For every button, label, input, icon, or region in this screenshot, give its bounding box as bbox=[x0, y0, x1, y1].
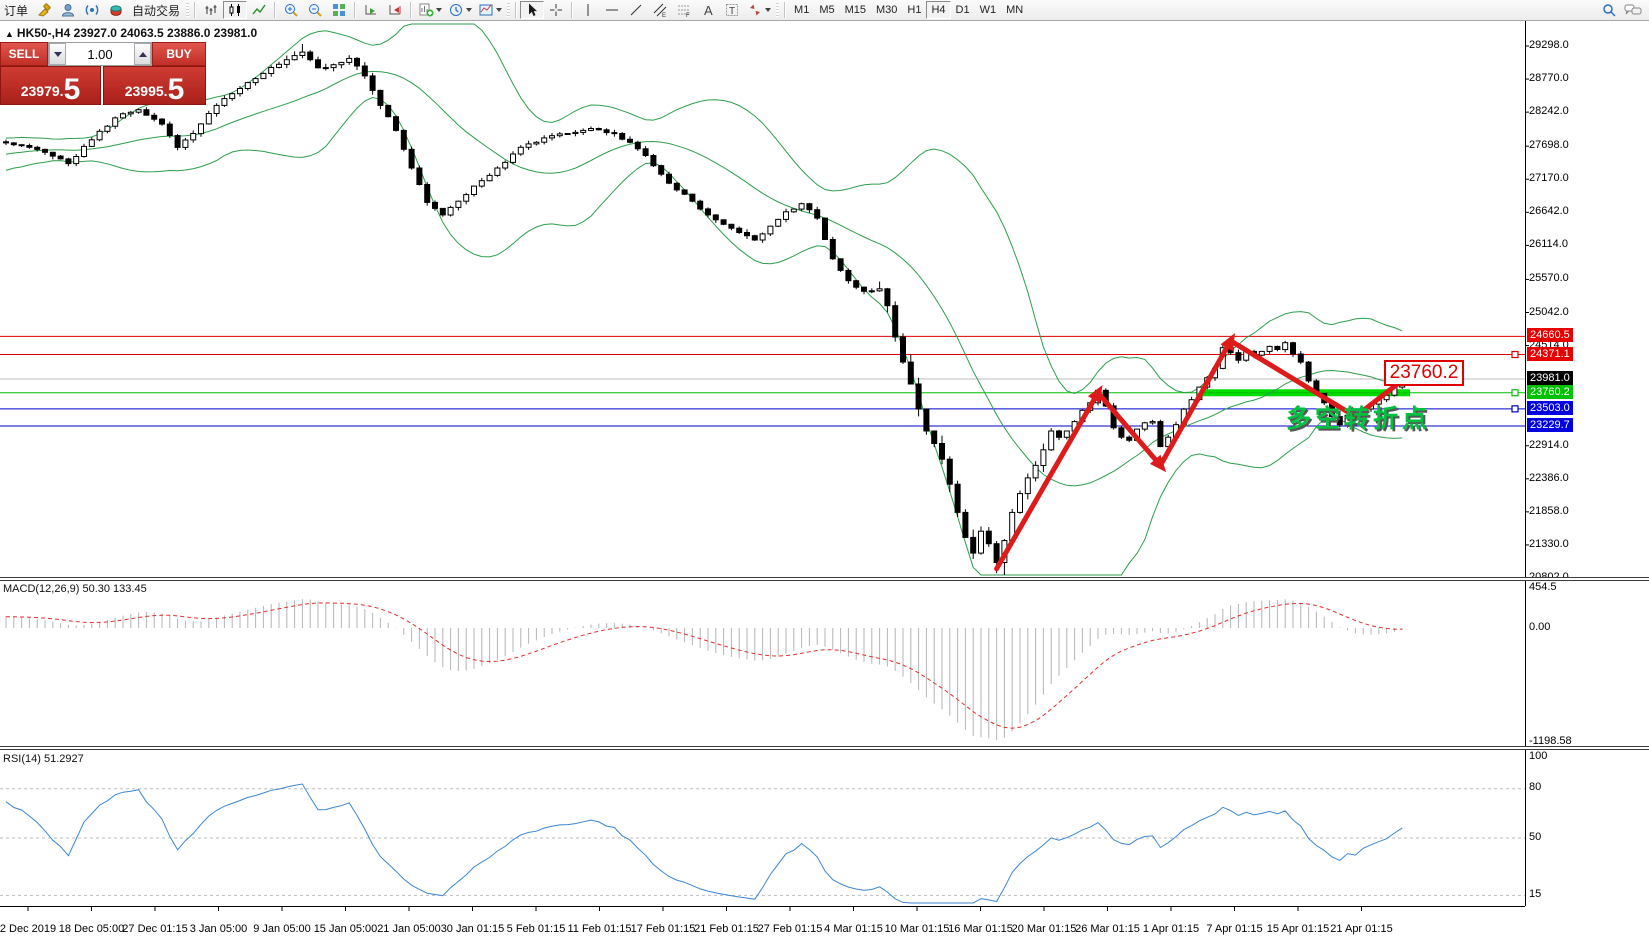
line-chart-icon[interactable] bbox=[247, 1, 271, 19]
svg-text:A: A bbox=[704, 3, 713, 18]
candlestick-chart-icon[interactable] bbox=[223, 1, 247, 19]
timeframe-button-m1[interactable]: M1 bbox=[789, 1, 814, 19]
templates-icon[interactable] bbox=[475, 1, 505, 19]
volume-increase-button[interactable] bbox=[134, 43, 151, 65]
text-label-icon[interactable]: T bbox=[720, 1, 744, 19]
volume-input[interactable]: 1.00 bbox=[66, 47, 134, 62]
symbol-arrow-icon: ▲ bbox=[5, 29, 14, 39]
buy-button[interactable]: BUY bbox=[152, 42, 206, 66]
orders-label[interactable]: 订单 bbox=[0, 2, 32, 19]
sell-button[interactable]: SELL bbox=[0, 42, 48, 66]
timeframe-button-h4[interactable]: H4 bbox=[926, 1, 950, 19]
timeframe-button-m30[interactable]: M30 bbox=[871, 1, 902, 19]
timeframe-button-h1[interactable]: H1 bbox=[902, 1, 926, 19]
tile-windows-icon[interactable] bbox=[327, 1, 351, 19]
equidistant-channel-icon[interactable]: E bbox=[648, 1, 672, 19]
chat-icon[interactable] bbox=[1621, 1, 1645, 19]
svg-text:E: E bbox=[662, 13, 666, 18]
turning-point-annotation[interactable]: 多空转折点 bbox=[1286, 399, 1431, 435]
trendline-icon[interactable] bbox=[624, 1, 648, 19]
crosshair-icon[interactable] bbox=[544, 1, 568, 19]
sell-price-display[interactable]: 23979.5 bbox=[0, 66, 101, 105]
timeframe-button-d1[interactable]: D1 bbox=[951, 1, 975, 19]
rsi-indicator-label: RSI(14) 51.2927 bbox=[3, 753, 84, 765]
arrows-icon[interactable] bbox=[744, 1, 774, 19]
bar-chart-icon[interactable] bbox=[199, 1, 223, 19]
macd-indicator-label: MACD(12,26,9) 50.30 133.45 bbox=[3, 583, 147, 595]
new-order-icon[interactable] bbox=[32, 1, 56, 19]
volume-decrease-button[interactable] bbox=[49, 43, 66, 65]
pane-separator-macd[interactable] bbox=[0, 577, 1649, 581]
fibonacci-icon[interactable]: F bbox=[672, 1, 696, 19]
timeframe-group: M1M5M15M30H1H4D1W1MN bbox=[789, 0, 1028, 20]
one-click-trading-panel: SELL 1.00 BUY 23979.5 23995.5 bbox=[0, 42, 206, 105]
auto-trading-label[interactable]: 自动交易 bbox=[128, 2, 184, 19]
auto-scroll-icon[interactable] bbox=[359, 1, 383, 19]
vertical-line-icon[interactable] bbox=[576, 1, 600, 19]
auto-trading-icon[interactable] bbox=[104, 1, 128, 19]
support-price-callout[interactable]: 23760.2 bbox=[1384, 360, 1464, 386]
zoom-in-icon[interactable] bbox=[279, 1, 303, 19]
cursor-icon[interactable] bbox=[520, 1, 544, 19]
horizontal-line-icon[interactable] bbox=[600, 1, 624, 19]
search-icon[interactable] bbox=[1597, 1, 1621, 19]
chart-canvas[interactable] bbox=[0, 0, 1649, 948]
profile-icon[interactable] bbox=[56, 1, 80, 19]
chart-ohlc-header: ▲HK50-,H4 23927.0 24063.5 23886.0 23981.… bbox=[5, 26, 257, 40]
trading-platform-window: 订单 自动交易 bbox=[0, 0, 1649, 948]
timeframe-button-w1[interactable]: W1 bbox=[975, 1, 1002, 19]
zoom-out-icon[interactable] bbox=[303, 1, 327, 19]
svg-text:T: T bbox=[729, 6, 735, 17]
timeframe-button-mn[interactable]: MN bbox=[1001, 1, 1028, 19]
buy-price-display[interactable]: 23995.5 bbox=[103, 66, 206, 105]
new-chart-icon[interactable] bbox=[415, 1, 445, 19]
text-icon[interactable]: A bbox=[696, 1, 720, 19]
chart-shift-icon[interactable] bbox=[383, 1, 407, 19]
svg-text:F: F bbox=[686, 13, 690, 18]
timeframe-button-m15[interactable]: M15 bbox=[840, 1, 871, 19]
main-toolbar: 订单 自动交易 bbox=[0, 0, 1649, 21]
periods-icon[interactable] bbox=[445, 1, 475, 19]
volume-box: 1.00 bbox=[48, 42, 152, 66]
pane-separator-rsi[interactable] bbox=[0, 746, 1649, 750]
signal-icon[interactable] bbox=[80, 1, 104, 19]
timeframe-button-m5[interactable]: M5 bbox=[814, 1, 839, 19]
